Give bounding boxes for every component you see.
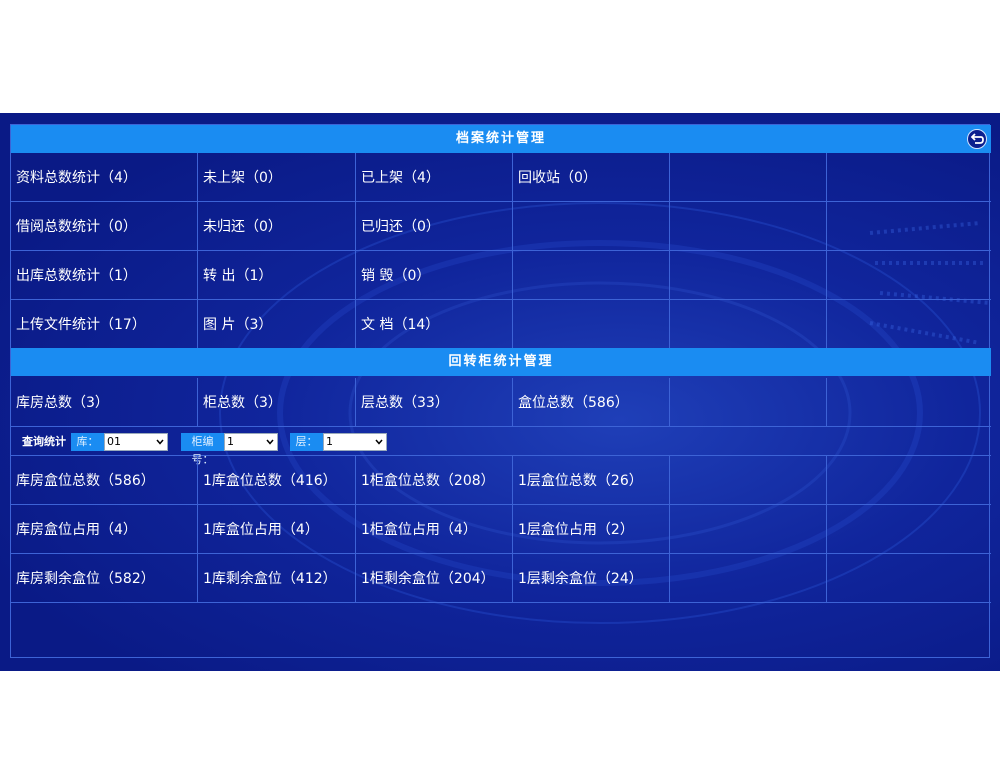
stat-cell[interactable]: 图 片（3）	[198, 300, 356, 348]
stat-cell[interactable]: 1层盒位总数（26）	[513, 456, 670, 504]
stat-cell[interactable]: 出库总数统计（1）	[11, 251, 198, 299]
layer-filter: 层： 1	[290, 433, 387, 451]
stat-cell[interactable]: 1层盒位占用（2）	[513, 505, 670, 553]
query-filter-row: 查询统计 库： 01 柜编号： 1 层： 1	[11, 427, 991, 466]
rotary-stats-title: 回转柜统计管理	[448, 354, 554, 369]
stat-cell[interactable]: 1库盒位占用（4）	[198, 505, 356, 553]
cabinet-filter: 柜编号： 1	[181, 433, 278, 466]
stat-cell[interactable]: 未上架（0）	[198, 153, 356, 201]
empty-cell	[827, 153, 991, 201]
stat-cell[interactable]: 库房盒位总数（586）	[11, 456, 198, 504]
stat-cell[interactable]: 库房剩余盒位（582）	[11, 554, 198, 602]
stat-cell[interactable]: 盒位总数（586）	[513, 378, 670, 426]
stat-cell[interactable]: 库房盒位占用（4）	[11, 505, 198, 553]
layer-select[interactable]: 1	[323, 433, 387, 451]
stat-cell[interactable]: 销 毁（0）	[356, 251, 513, 299]
layer-select-value: 1	[326, 435, 333, 448]
empty-cell	[513, 300, 670, 348]
empty-cell	[670, 251, 827, 299]
stat-cell[interactable]: 库房总数（3）	[11, 378, 198, 426]
empty-cell	[827, 378, 991, 426]
stat-cell[interactable]: 1柜剩余盒位（204）	[356, 554, 513, 602]
back-button[interactable]	[967, 129, 987, 149]
empty-cell	[670, 505, 827, 553]
empty-cell	[513, 202, 670, 250]
stat-cell[interactable]: 上传文件统计（17）	[11, 300, 198, 348]
stat-cell[interactable]: 回收站（0）	[513, 153, 670, 201]
chevron-down-icon	[375, 439, 383, 445]
cabinet-select[interactable]: 1	[224, 433, 278, 451]
archive-row-borrow: 借阅总数统计（0） 未归还（0） 已归还（0）	[11, 202, 991, 251]
library-select-value: 01	[107, 435, 121, 448]
stat-cell[interactable]: 柜总数（3）	[198, 378, 356, 426]
empty-cell	[670, 554, 827, 602]
cabinet-select-value: 1	[227, 435, 234, 448]
stat-cell[interactable]: 已上架（4）	[356, 153, 513, 201]
stat-cell[interactable]: 转 出（1）	[198, 251, 356, 299]
archive-row-outbound: 出库总数统计（1） 转 出（1） 销 毁（0）	[11, 251, 991, 300]
query-label: 查询统计	[22, 435, 66, 448]
library-label: 库：	[71, 433, 104, 451]
empty-cell	[827, 456, 991, 504]
empty-cell	[827, 505, 991, 553]
empty-cell	[827, 251, 991, 299]
chevron-down-icon	[266, 439, 274, 445]
stat-cell[interactable]: 未归还（0）	[198, 202, 356, 250]
chevron-down-icon	[156, 439, 164, 445]
detail-row-total: 库房盒位总数（586） 1库盒位总数（416） 1柜盒位总数（208） 1层盒位…	[11, 456, 991, 505]
stat-cell[interactable]: 1柜盒位占用（4）	[356, 505, 513, 553]
empty-cell	[513, 251, 670, 299]
archive-stats-header: 档案统计管理	[11, 125, 991, 153]
empty-cell	[827, 300, 991, 348]
layer-label: 层：	[290, 433, 323, 451]
empty-cell	[670, 456, 827, 504]
stat-cell[interactable]: 层总数（33）	[356, 378, 513, 426]
stat-cell[interactable]: 已归还（0）	[356, 202, 513, 250]
rotary-stats-header: 回转柜统计管理	[11, 348, 991, 376]
library-filter: 库： 01	[71, 433, 168, 451]
empty-cell	[670, 300, 827, 348]
stat-cell[interactable]: 借阅总数统计（0）	[11, 202, 198, 250]
empty-cell	[670, 153, 827, 201]
rotary-summary-row: 库房总数（3） 柜总数（3） 层总数（33） 盒位总数（586）	[11, 378, 991, 427]
empty-cell	[827, 202, 991, 250]
detail-row-used: 库房盒位占用（4） 1库盒位占用（4） 1柜盒位占用（4） 1层盒位占用（2）	[11, 505, 991, 554]
stat-cell[interactable]: 1库盒位总数（416）	[198, 456, 356, 504]
archive-row-total: 资料总数统计（4） 未上架（0） 已上架（4） 回收站（0）	[11, 153, 991, 202]
stat-cell[interactable]: 1库剩余盒位（412）	[198, 554, 356, 602]
back-arrow-icon	[970, 133, 984, 144]
statistics-panel: 档案统计管理 资料总数统计（4） 未上架（0） 已上架（4） 回收站（0） 借阅…	[0, 113, 1000, 671]
stat-cell[interactable]: 资料总数统计（4）	[11, 153, 198, 201]
empty-cell	[827, 554, 991, 602]
stat-cell[interactable]: 文 档（14）	[356, 300, 513, 348]
archive-row-upload: 上传文件统计（17） 图 片（3） 文 档（14）	[11, 300, 991, 348]
archive-stats-title: 档案统计管理	[455, 131, 546, 146]
empty-cell	[670, 378, 827, 426]
stat-cell[interactable]: 1柜盒位总数（208）	[356, 456, 513, 504]
cabinet-label: 柜编号：	[181, 433, 224, 466]
library-select[interactable]: 01	[104, 433, 168, 451]
detail-row-remaining: 库房剩余盒位（582） 1库剩余盒位（412） 1柜剩余盒位（204） 1层剩余…	[11, 554, 991, 603]
stat-cell[interactable]: 1层剩余盒位（24）	[513, 554, 670, 602]
empty-cell	[670, 202, 827, 250]
